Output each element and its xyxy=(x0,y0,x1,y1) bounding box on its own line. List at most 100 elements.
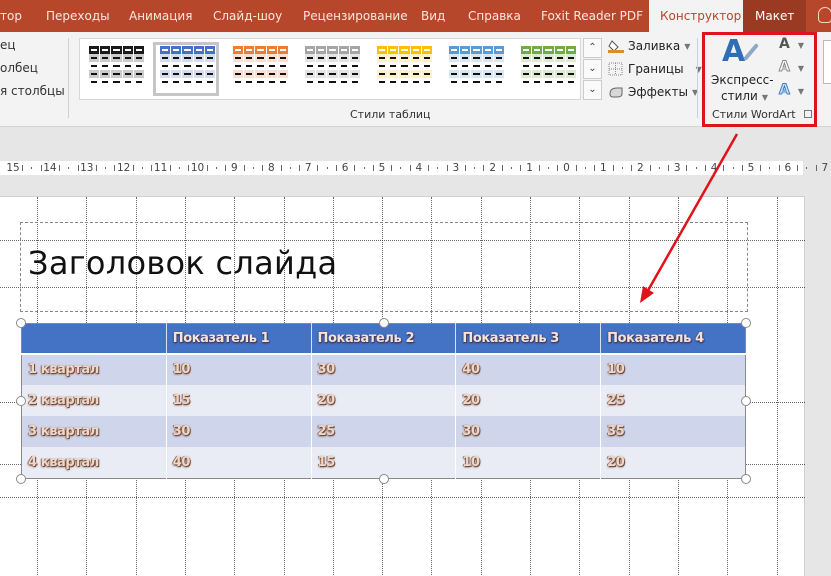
table-cell[interactable]: 40 xyxy=(165,447,312,479)
thumb-cell xyxy=(410,54,421,62)
fill-button[interactable]: Заливка ▼ xyxy=(608,36,690,56)
table-cell[interactable]: 10 xyxy=(165,353,312,385)
resize-handle[interactable] xyxy=(379,474,389,484)
table-header-cell[interactable]: Показатель 4 xyxy=(600,323,746,355)
thumb-cell xyxy=(554,46,565,54)
table-cell[interactable]: 15 xyxy=(165,384,312,417)
ruler-label: 6 xyxy=(341,162,349,174)
table-header-cell[interactable]: Показатель 3 xyxy=(455,323,601,355)
slide-table[interactable]: Показатель 1 Показатель 2 Показатель 3 Пока… xyxy=(21,323,746,479)
thumb-cell xyxy=(171,70,182,78)
tab-layout[interactable]: Макет xyxy=(743,0,807,32)
thumb-cell xyxy=(543,46,554,54)
thumb-cell xyxy=(421,78,433,86)
tab-transitions[interactable]: Переходы xyxy=(46,0,110,32)
table-style-lightblue[interactable] xyxy=(442,42,508,96)
table-style-orange[interactable] xyxy=(226,42,292,96)
row-label-cell[interactable]: 2 квартал xyxy=(21,384,167,417)
table-cell[interactable]: 25 xyxy=(600,384,746,417)
table-style-blue[interactable] xyxy=(153,42,219,96)
effects-button[interactable]: Эффекты ▼ xyxy=(608,82,698,102)
gridline-vertical xyxy=(776,197,778,576)
table-style-green[interactable] xyxy=(514,42,580,96)
table-cell[interactable]: 20 xyxy=(600,447,746,479)
table-style-gray[interactable] xyxy=(298,42,364,96)
lightbulb-icon[interactable] xyxy=(818,7,831,23)
table-cell[interactable]: 20 xyxy=(455,384,601,417)
thumb-cell xyxy=(193,78,204,86)
table-cell[interactable]: 20 xyxy=(310,384,456,417)
thumb-cell xyxy=(100,70,111,78)
resize-handle[interactable] xyxy=(16,396,26,406)
table-cell[interactable]: 25 xyxy=(310,416,456,448)
thumb-cell xyxy=(449,46,460,54)
gallery-more-button[interactable]: ⌄ xyxy=(583,80,602,100)
tab-foxit-reader-pdf[interactable]: Foxit Reader PDF xyxy=(541,0,643,32)
tab-constructor-partial[interactable]: тор xyxy=(0,0,22,32)
row-label-cell[interactable]: 3 квартал xyxy=(21,416,167,448)
thumb-cell xyxy=(89,70,100,78)
thumb-row xyxy=(89,78,145,86)
table-cell[interactable]: 30 xyxy=(310,353,456,385)
table-header-cell[interactable]: Показатель 1 xyxy=(165,323,312,355)
thumb-cell xyxy=(482,78,493,86)
thumb-cell xyxy=(204,54,216,62)
resize-handle[interactable] xyxy=(16,474,26,484)
gallery-down-button[interactable]: ⌄ xyxy=(583,59,602,79)
table-cell[interactable]: 10 xyxy=(600,353,746,385)
tab-review[interactable]: Рецензирование xyxy=(303,0,408,32)
borders-label: Границы xyxy=(628,62,684,76)
resize-handle[interactable] xyxy=(741,474,751,484)
table-cell[interactable]: 30 xyxy=(455,416,601,448)
thumb-cell xyxy=(171,46,182,54)
tab-design[interactable]: Конструктор xyxy=(649,0,753,32)
table-cell[interactable]: 40 xyxy=(455,353,601,385)
option-last-column[interactable]: олбец xyxy=(0,61,38,75)
thumb-cell xyxy=(565,78,577,86)
ruler-label: 1 xyxy=(600,162,607,174)
resize-handle[interactable] xyxy=(379,318,389,328)
thumb-cell xyxy=(111,54,122,62)
table-style-black[interactable] xyxy=(82,42,148,96)
vertical-scrollbar[interactable] xyxy=(806,196,831,576)
tab-slideshow[interactable]: Слайд-шоу xyxy=(213,0,282,32)
thumb-cell xyxy=(160,70,171,78)
thumb-cell xyxy=(316,78,327,86)
row-label-cell[interactable]: 4 квартал xyxy=(21,447,167,479)
borders-button[interactable]: Границы ▼ xyxy=(608,59,702,79)
table-cell[interactable]: 35 xyxy=(600,416,746,448)
table-styles-group-label: Стили таблиц xyxy=(350,108,431,121)
ruler-tick xyxy=(400,167,402,169)
ruler-tick xyxy=(354,165,356,171)
ruler-label: 5 xyxy=(378,162,386,174)
thumb-cell xyxy=(338,78,349,86)
horizontal-ruler[interactable]: 1514131211109876543210123456789101112131… xyxy=(0,161,828,175)
thumb-row xyxy=(305,46,361,54)
option-banded-columns[interactable]: я столбцы xyxy=(0,84,65,98)
table-cell[interactable]: 30 xyxy=(165,416,312,448)
ruler-tick xyxy=(317,165,319,171)
table-header-cell[interactable] xyxy=(21,323,167,355)
tab-view[interactable]: Вид xyxy=(421,0,445,32)
resize-handle[interactable] xyxy=(741,318,751,328)
resize-handle[interactable] xyxy=(741,396,751,406)
tab-help[interactable]: Справка xyxy=(468,0,521,32)
slide-title[interactable]: Заголовок слайда xyxy=(28,244,337,282)
ruler-tick xyxy=(594,165,596,171)
table-header-cell[interactable]: Показатель 2 xyxy=(310,323,456,355)
table-cell[interactable]: 10 xyxy=(455,447,601,479)
thumb-cell xyxy=(460,46,471,54)
ruler-tick xyxy=(446,165,448,171)
ruler-tick xyxy=(22,165,24,171)
option-first-column[interactable]: ец xyxy=(0,38,16,52)
thumb-cell xyxy=(493,54,505,62)
gallery-up-button[interactable]: ⌃ xyxy=(583,38,602,58)
table-style-gold[interactable] xyxy=(370,42,436,96)
thumb-cell xyxy=(244,62,255,70)
thumb-cell xyxy=(532,70,543,78)
row-label-cell[interactable]: 1 квартал xyxy=(21,353,167,385)
resize-handle[interactable] xyxy=(16,318,26,328)
tab-animation[interactable]: Анимация xyxy=(129,0,192,32)
ruler-label: 9 xyxy=(231,162,238,174)
thumb-cell xyxy=(565,62,577,70)
